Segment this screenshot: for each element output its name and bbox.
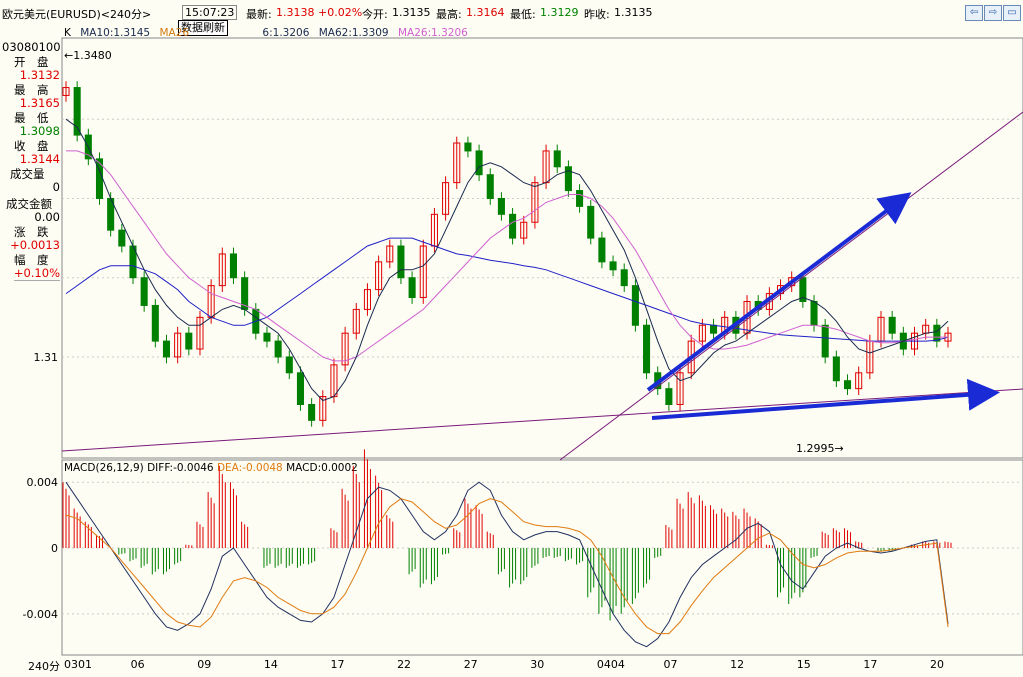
- candle-body: [888, 316, 896, 334]
- date-axis: 0301 06 09 14 17 22 27 30 0404 07 12 15 17 20: [64, 658, 944, 671]
- candle-body: [285, 356, 293, 374]
- candle-body: [263, 332, 271, 342]
- date-tick-label: 0301: [64, 658, 92, 671]
- ma26-line: [66, 150, 948, 362]
- candle-body: [821, 324, 829, 358]
- candle-body: [609, 261, 617, 271]
- candle-body: [933, 324, 941, 342]
- ma10-line: [65, 118, 949, 402]
- date-tick-label: 06: [131, 658, 145, 671]
- axis-labels: 1.31 0.004 0 -0.004: [23, 351, 58, 621]
- candle-body: [620, 269, 628, 287]
- candle-body: [710, 324, 718, 334]
- candle-body: [576, 190, 584, 207]
- date-tick-label: 14: [264, 658, 278, 671]
- macd-axis-label: -0.004: [23, 608, 58, 621]
- candle-body: [140, 277, 148, 306]
- candle-body: [464, 142, 472, 152]
- candle-body: [486, 174, 494, 199]
- candle-body: [553, 150, 561, 168]
- candle-body: [296, 372, 304, 405]
- macd-axis-label: 0: [51, 542, 58, 555]
- date-tick-label: 20: [930, 658, 944, 671]
- date-tick-label: 0404: [597, 658, 625, 671]
- chart-canvas: 1.310.0040-0.004 0301 06 09 14 17 22 27 30 0404 0…: [23, 37, 1023, 671]
- date-tick-label: 09: [197, 658, 211, 671]
- date-tick-label: 17: [330, 658, 344, 671]
- candle-body: [810, 300, 818, 326]
- candle-body: [185, 332, 193, 350]
- candle-body: [118, 229, 126, 247]
- candle-body: [497, 197, 505, 215]
- candle-body: [408, 277, 416, 299]
- date-tick-label: 12: [730, 658, 744, 671]
- candle-body: [509, 213, 517, 239]
- candle-body: [587, 205, 595, 239]
- low-annotation: 1.2995→: [796, 442, 844, 456]
- candle-body: [397, 245, 405, 279]
- candle-body: [832, 356, 840, 382]
- macd-axis-label: 0.004: [27, 476, 59, 489]
- candle-body: [598, 237, 606, 263]
- candle-body: [308, 403, 316, 421]
- price-panel-border: [61, 37, 1023, 459]
- candle-body: [229, 253, 238, 279]
- price-axis-label: 1.31: [34, 351, 59, 364]
- date-tick-label: 27: [464, 658, 478, 671]
- candle-body: [162, 340, 171, 358]
- candle-body: [475, 150, 483, 176]
- date-tick-label: 30: [530, 658, 544, 671]
- macd-panel-border: [61, 459, 1023, 656]
- candle-body: [665, 388, 673, 405]
- candle-body: [151, 304, 159, 342]
- date-tick-label: 15: [797, 658, 811, 671]
- candle-body: [274, 340, 282, 358]
- candle-body: [643, 324, 651, 374]
- support-trendline: [61, 388, 1023, 452]
- candle-body: [631, 285, 639, 326]
- period-label: 240分: [28, 660, 60, 673]
- macd-grid: [62, 481, 1023, 615]
- candles: [62, 81, 952, 427]
- high-annotation: ←1.3480: [64, 48, 112, 62]
- lower-arrow: [651, 378, 1000, 420]
- macd-histogram: [62, 449, 952, 621]
- date-tick-label: 07: [664, 658, 678, 671]
- date-tick-label: 17: [863, 658, 877, 671]
- date-tick-label: 22: [397, 658, 411, 671]
- candle-body: [843, 380, 852, 390]
